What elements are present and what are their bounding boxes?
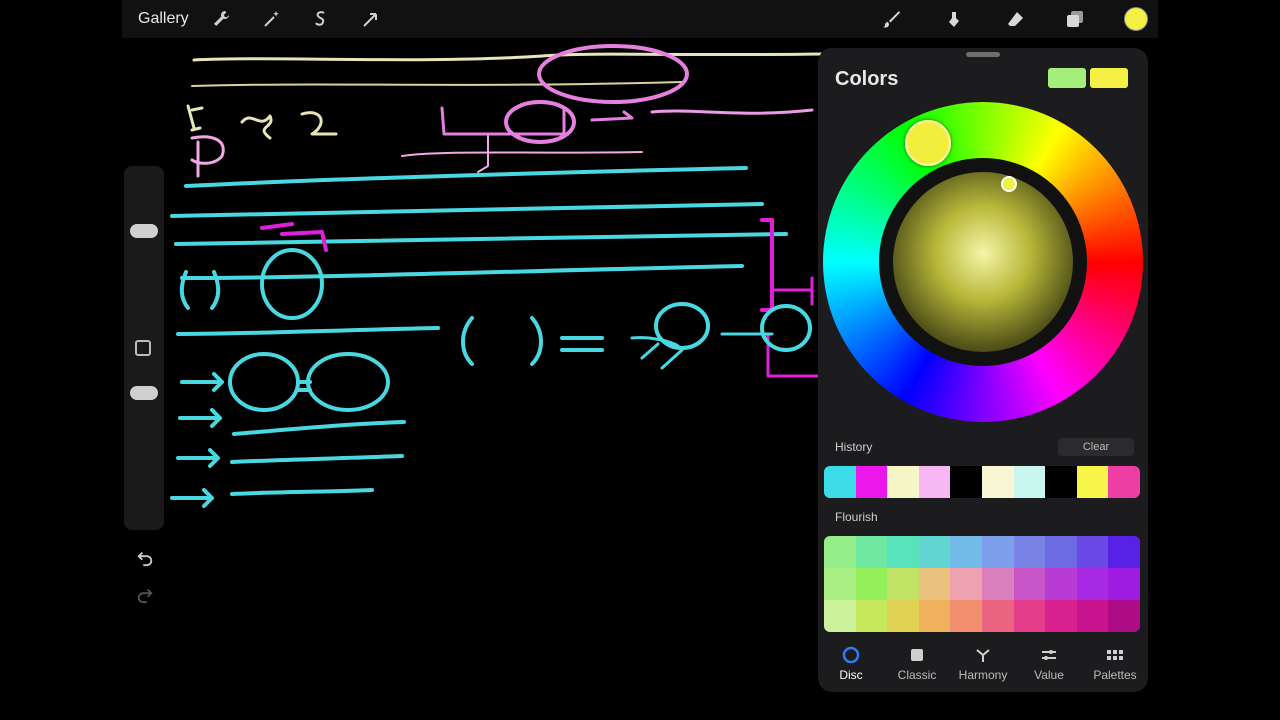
palette-swatch[interactable] xyxy=(1076,600,1109,632)
palette-swatch[interactable] xyxy=(982,568,1014,600)
tab-label: Harmony xyxy=(958,668,1008,682)
current-color-button[interactable] xyxy=(1124,7,1148,31)
wheel-center xyxy=(879,158,1087,366)
tab-label: Palettes xyxy=(1093,668,1137,682)
history-swatch[interactable] xyxy=(1013,466,1046,498)
saturation-brightness-disc[interactable] xyxy=(893,172,1073,352)
tab-classic[interactable]: Classic xyxy=(884,644,950,692)
palette-swatch[interactable] xyxy=(918,568,951,600)
palette-swatch[interactable] xyxy=(1108,536,1140,568)
handwritten-artwork xyxy=(122,38,832,598)
saturation-knob[interactable] xyxy=(1001,176,1017,192)
clear-history-button[interactable]: Clear xyxy=(1058,438,1134,456)
palette-swatch[interactable] xyxy=(855,536,888,568)
tab-value[interactable]: Value xyxy=(1016,644,1082,692)
palette-swatch[interactable] xyxy=(824,568,856,600)
palette-swatch[interactable] xyxy=(824,600,856,632)
history-swatch[interactable] xyxy=(1045,466,1077,498)
palette-label: Flourish xyxy=(835,510,878,524)
palette-swatch[interactable] xyxy=(918,536,951,568)
tab-disc[interactable]: Disc xyxy=(818,644,884,692)
transform-icon[interactable] xyxy=(360,8,382,30)
hue-knob[interactable] xyxy=(905,120,951,166)
palette-swatch[interactable] xyxy=(1045,536,1077,568)
history-swatch[interactable] xyxy=(824,466,856,498)
history-swatch[interactable] xyxy=(855,466,888,498)
history-label: History xyxy=(835,440,873,454)
palette-swatch[interactable] xyxy=(1108,568,1140,600)
palette-swatch[interactable] xyxy=(855,568,888,600)
selection-icon[interactable] xyxy=(310,8,332,30)
palette-swatch[interactable] xyxy=(950,568,982,600)
tab-label: Disc xyxy=(839,668,863,682)
palette-swatch[interactable] xyxy=(918,600,951,632)
colors-title: Colors xyxy=(835,68,899,90)
disc-icon xyxy=(842,646,860,664)
palette-swatch[interactable] xyxy=(1013,600,1046,632)
history-swatch[interactable] xyxy=(1108,466,1140,498)
tab-label: Classic xyxy=(897,668,937,682)
palette-swatch[interactable] xyxy=(1013,568,1046,600)
palette-swatch[interactable] xyxy=(1076,568,1109,600)
harmony-icon xyxy=(976,649,990,662)
tab-label: Value xyxy=(1034,668,1064,682)
primary-color-swatch[interactable] xyxy=(1048,68,1086,88)
palette-swatch[interactable] xyxy=(887,600,919,632)
history-swatch[interactable] xyxy=(981,466,1014,498)
smudge-icon[interactable] xyxy=(942,8,964,30)
wrench-icon[interactable] xyxy=(210,8,232,30)
eraser-icon[interactable] xyxy=(1004,8,1026,30)
palette-swatch[interactable] xyxy=(950,600,982,632)
history-swatches xyxy=(824,466,1140,498)
history-swatch[interactable] xyxy=(918,466,951,498)
tab-harmony[interactable]: Harmony xyxy=(950,644,1016,692)
history-swatch[interactable] xyxy=(887,466,919,498)
panel-grabber[interactable] xyxy=(966,52,1000,57)
color-mode-tabs: Disc Classic Harmony Value Palettes xyxy=(818,644,1148,692)
colors-panel: Colors History Clear Flourish Disc Classi… xyxy=(818,48,1148,692)
secondary-color-swatch[interactable] xyxy=(1090,68,1128,88)
palette-swatch[interactable] xyxy=(887,568,919,600)
palette-swatch[interactable] xyxy=(855,600,888,632)
palette-swatch[interactable] xyxy=(982,536,1014,568)
layers-icon[interactable] xyxy=(1064,8,1086,30)
hue-ring[interactable] xyxy=(823,102,1143,422)
classic-icon xyxy=(911,649,923,661)
palette-swatch[interactable] xyxy=(1108,600,1140,632)
palette-swatch[interactable] xyxy=(950,536,982,568)
palette-grid xyxy=(824,536,1140,632)
palette-swatch[interactable] xyxy=(982,600,1014,632)
palette-swatch[interactable] xyxy=(887,536,919,568)
gallery-button[interactable]: Gallery xyxy=(138,10,189,28)
sliders-icon xyxy=(1042,650,1056,660)
palette-swatch[interactable] xyxy=(824,536,856,568)
palette-swatch[interactable] xyxy=(1076,536,1109,568)
top-toolbar: Gallery xyxy=(122,0,1158,38)
palette-swatch[interactable] xyxy=(1045,568,1077,600)
palettes-icon xyxy=(1107,650,1123,660)
palette-swatch[interactable] xyxy=(1045,600,1077,632)
history-swatch[interactable] xyxy=(1076,466,1109,498)
history-swatch[interactable] xyxy=(950,466,982,498)
artwork-strokes xyxy=(170,44,824,508)
palette-swatch[interactable] xyxy=(1013,536,1046,568)
magic-wand-icon[interactable] xyxy=(260,8,282,30)
brush-icon[interactable] xyxy=(880,8,902,30)
tab-palettes[interactable]: Palettes xyxy=(1082,644,1148,692)
